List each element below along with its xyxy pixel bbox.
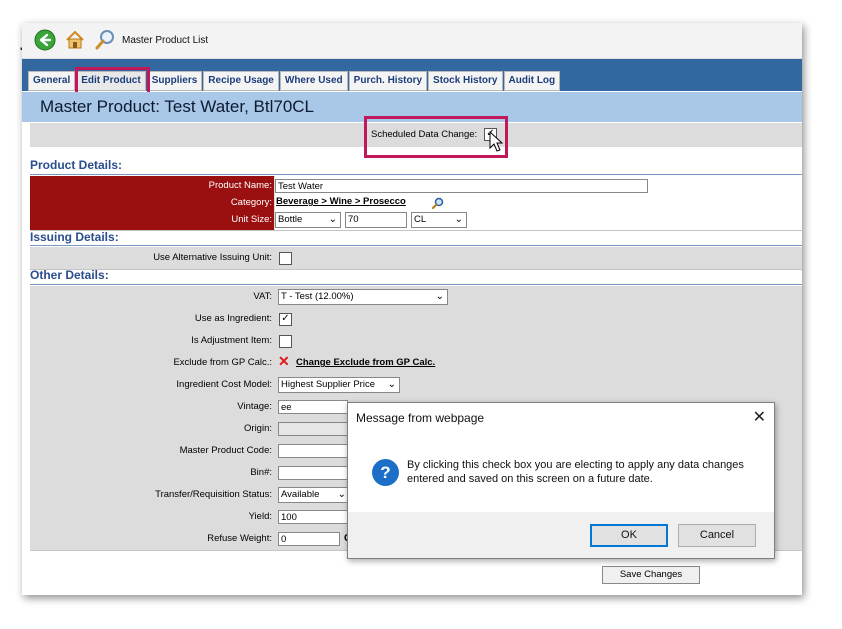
tab-audit-log[interactable]: Audit Log	[503, 71, 561, 91]
bin-label: Bin#:	[250, 467, 272, 478]
cost-model-label: Ingredient Cost Model:	[176, 379, 272, 390]
home-icon[interactable]	[64, 29, 86, 51]
ingredient-row: Use as Ingredient: ✓	[30, 308, 802, 331]
chevron-down-icon: ⌄	[328, 214, 337, 225]
section-issuing-details: Issuing Details:	[30, 230, 119, 244]
vat-select[interactable]: T - Test (12.00%) ⌄	[278, 289, 448, 305]
magnifier-icon[interactable]	[432, 197, 444, 209]
cost-model-row: Ingredient Cost Model: Highest Supplier …	[30, 374, 802, 397]
alt-unit-row: Use Alternative Issuing Unit:	[30, 247, 802, 270]
adjustment-label: Is Adjustment Item:	[191, 335, 272, 346]
chevron-down-icon: ⌄	[435, 291, 444, 302]
refuse-label: Refuse Weight:	[207, 533, 272, 544]
vintage-input[interactable]: ee	[278, 400, 348, 414]
save-changes-button[interactable]: Save Changes	[602, 566, 700, 584]
close-icon[interactable]: ✕	[753, 407, 766, 427]
section-divider	[30, 245, 802, 246]
scheduled-change-highlight	[364, 116, 508, 158]
dialog-footer: OK Cancel	[348, 512, 774, 558]
transfer-select[interactable]: Available ⌄	[278, 487, 350, 503]
section-other-details: Other Details:	[30, 268, 109, 282]
gp-row: Exclude from GP Calc.: ✕ Change Exclude …	[30, 352, 802, 375]
product-name-input[interactable]: Test Water	[275, 179, 648, 193]
chevron-down-icon: ⌄	[337, 489, 346, 500]
ingredient-checkbox[interactable]: ✓	[279, 313, 292, 326]
tab-stock-history[interactable]: Stock History	[428, 71, 503, 91]
question-icon: ?	[372, 459, 399, 486]
ok-button[interactable]: OK	[590, 524, 668, 547]
yield-input[interactable]: 100	[278, 510, 348, 524]
transfer-label: Transfer/Requisition Status:	[155, 489, 272, 500]
unit-qty-input[interactable]: 70	[345, 212, 407, 228]
adjustment-checkbox[interactable]	[279, 335, 292, 348]
dialog-title: Message from webpage	[356, 411, 485, 425]
cost-model-select[interactable]: Highest Supplier Price ⌄	[278, 377, 400, 393]
alt-unit-checkbox[interactable]	[279, 252, 292, 265]
tab-recipe-usage[interactable]: Recipe Usage	[203, 71, 279, 91]
origin-input[interactable]	[278, 422, 348, 436]
message-dialog: Message from webpage ✕ ? By clicking thi…	[347, 402, 775, 559]
refuse-input[interactable]: 0	[278, 532, 340, 546]
gp-label: Exclude from GP Calc.:	[173, 357, 272, 368]
toolbar: Master Product List	[22, 23, 802, 59]
cancel-button[interactable]: Cancel	[678, 524, 756, 547]
code-input[interactable]	[278, 444, 348, 458]
code-label: Master Product Code:	[179, 445, 272, 456]
vintage-label: Vintage:	[237, 401, 272, 412]
section-product-details: Product Details:	[30, 158, 123, 172]
chevron-down-icon: ⌄	[387, 379, 396, 390]
section-divider	[30, 284, 802, 285]
unit-type-value: Bottle	[278, 214, 303, 225]
back-arrow-icon[interactable]	[34, 29, 56, 51]
window-title: Master Product List	[122, 35, 209, 46]
bin-input[interactable]	[278, 466, 348, 480]
unit-size-label: Unit Size:	[30, 210, 274, 230]
origin-label: Origin:	[244, 423, 272, 434]
ingredient-label: Use as Ingredient:	[194, 313, 272, 324]
unit-type-select[interactable]: Bottle ⌄	[275, 212, 341, 228]
unit-measure-value: CL	[414, 214, 427, 225]
mouse-cursor-icon	[489, 131, 503, 152]
search-icon[interactable]	[94, 29, 116, 51]
tab-purch-history[interactable]: Purch. History	[348, 71, 428, 91]
vat-label: VAT:	[253, 291, 272, 302]
unit-size-row: Unit Size: Bottle ⌄ 70 CL ⌄	[30, 210, 802, 231]
page-title: Master Product: Test Water, Btl70CL	[40, 97, 315, 116]
section-divider	[30, 174, 802, 175]
chevron-down-icon: ⌄	[454, 214, 463, 225]
dialog-message: By clicking this check box you are elect…	[407, 459, 744, 485]
tab-general[interactable]: General	[28, 71, 76, 91]
adjustment-row: Is Adjustment Item:	[30, 330, 802, 353]
tab-suppliers[interactable]: Suppliers	[146, 71, 203, 91]
red-x-icon: ✕	[278, 353, 290, 369]
vat-row: VAT: T - Test (12.00%) ⌄	[30, 286, 802, 309]
alt-unit-label: Use Alternative Issuing Unit:	[153, 252, 272, 263]
tab-where-used[interactable]: Where Used	[279, 71, 348, 91]
vat-value: T - Test (12.00%)	[281, 291, 354, 302]
cost-model-value: Highest Supplier Price	[281, 379, 375, 390]
yield-label: Yield:	[248, 511, 272, 522]
category-link[interactable]: Beverage > Wine > Prosecco	[276, 192, 406, 212]
unit-measure-select[interactable]: CL ⌄	[411, 212, 467, 228]
change-gp-link[interactable]: Change Exclude from GP Calc.	[296, 353, 435, 373]
transfer-value: Available	[281, 489, 320, 500]
